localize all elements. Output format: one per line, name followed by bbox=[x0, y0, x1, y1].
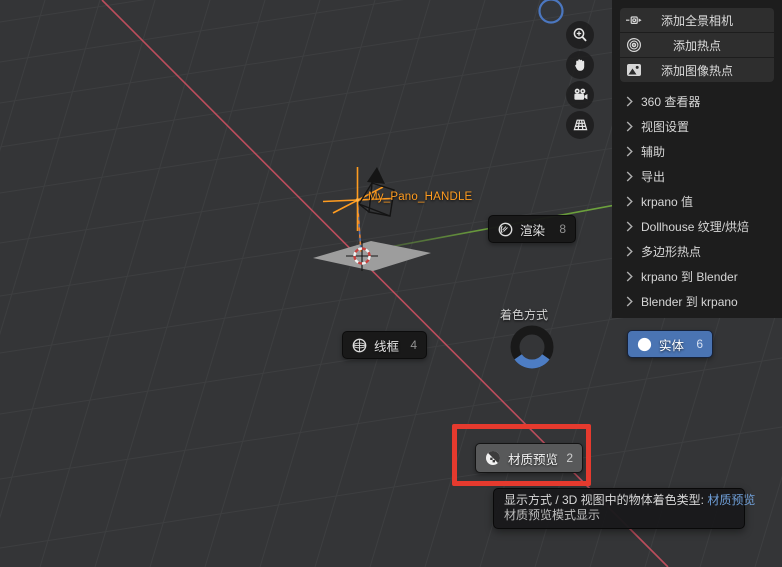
section-dollhouse-bake[interactable]: Dollhouse 纹理/烘焙 bbox=[612, 214, 782, 239]
chevron-right-icon bbox=[626, 271, 633, 282]
section-polygon-hotspot[interactable]: 多边形热点 bbox=[612, 239, 782, 264]
toggle-perspective-grid-icon bbox=[573, 119, 587, 131]
camera-view-icon bbox=[573, 88, 587, 100]
section-label: 视图设置 bbox=[641, 120, 690, 134]
zoom-button[interactable] bbox=[566, 21, 594, 49]
chevron-right-icon bbox=[626, 221, 633, 232]
image-hotspot-icon bbox=[625, 61, 643, 79]
chevron-right-icon bbox=[626, 146, 633, 157]
chevron-right-icon bbox=[626, 246, 633, 257]
chevron-right-icon bbox=[626, 171, 633, 182]
button-label: 添加全景相机 bbox=[660, 13, 733, 28]
pie-item-hotkey: 6 bbox=[696, 337, 703, 351]
chevron-right-icon bbox=[626, 196, 633, 207]
section-assist[interactable]: 辅助 bbox=[612, 139, 782, 164]
pan-hand-icon bbox=[575, 59, 585, 71]
section-label: Blender 到 krpano bbox=[641, 295, 738, 309]
section-blender-to-krpano[interactable]: Blender 到 krpano bbox=[612, 289, 782, 314]
section-krpano-to-blender[interactable]: krpano 到 Blender bbox=[612, 264, 782, 289]
hotspot-rings-icon bbox=[625, 36, 643, 54]
chevron-right-icon bbox=[626, 121, 633, 132]
blender-3d-viewport: My_Pano_HANDLE 着色方式 渲染 8 线框 4 实体 6 材质预览 … bbox=[0, 0, 782, 567]
camera-view-button[interactable] bbox=[566, 81, 594, 109]
wireframe-sphere-icon bbox=[352, 338, 367, 352]
add-pano-camera-button[interactable]: 添加全景相机 bbox=[620, 8, 774, 32]
section-view-settings[interactable]: 视图设置 bbox=[612, 114, 782, 139]
camera-up-triangle bbox=[367, 167, 385, 184]
orbit-gizmo-circle[interactable] bbox=[538, 0, 564, 24]
tooltip-line1: 显示方式 / 3D 视图中的物体着色类型: 材质预览 bbox=[504, 493, 756, 507]
sidebar-sections: 360 查看器 视图设置 辅助 导出 krpano 值 Dollhouse 纹理… bbox=[612, 89, 782, 314]
section-export[interactable]: 导出 bbox=[612, 164, 782, 189]
tooltip-value: 材质预览 bbox=[707, 493, 756, 507]
pie-item-label: 实体 bbox=[659, 338, 685, 353]
section-label: 360 查看器 bbox=[641, 95, 701, 109]
section-label: 辅助 bbox=[641, 145, 666, 159]
add-image-hotspot-button[interactable]: 添加图像热点 bbox=[620, 58, 774, 82]
annotation-highlight-rectangle bbox=[452, 424, 591, 486]
section-label: 导出 bbox=[641, 170, 666, 184]
section-360-viewer[interactable]: 360 查看器 bbox=[612, 89, 782, 114]
pie-item-solid[interactable]: 实体 6 bbox=[627, 330, 713, 358]
tooltip: 显示方式 / 3D 视图中的物体着色类型: 材质预览 材质预览模式显示 bbox=[493, 488, 756, 529]
solid-sphere-icon bbox=[637, 337, 652, 351]
pie-menu-direction-ring bbox=[510, 325, 554, 369]
chevron-right-icon bbox=[626, 96, 633, 107]
section-label: Dollhouse 纹理/烘焙 bbox=[641, 220, 750, 234]
button-label: 添加图像热点 bbox=[660, 63, 733, 78]
rendered-sphere-icon bbox=[498, 222, 513, 236]
tooltip-line2: 材质预览模式显示 bbox=[504, 508, 601, 522]
pie-item-hotkey: 4 bbox=[410, 338, 417, 352]
pie-item-wireframe[interactable]: 线框 4 bbox=[342, 331, 427, 359]
pie-item-label: 线框 bbox=[374, 339, 400, 354]
pano-camera-icon bbox=[625, 11, 643, 29]
pie-item-label: 渲染 bbox=[520, 223, 546, 238]
chevron-right-icon bbox=[626, 296, 633, 307]
pan-button[interactable] bbox=[566, 51, 594, 79]
sidebar-action-buttons: 添加全景相机 添加热点 添加图像热点 bbox=[620, 8, 774, 82]
pie-item-hotkey: 8 bbox=[559, 222, 566, 236]
sidebar-panel: 添加全景相机 添加热点 添加图像热点 360 查看器 视图设置 辅助 导出 kr… bbox=[612, 0, 782, 318]
section-label: krpano 到 Blender bbox=[641, 270, 738, 284]
section-label: krpano 值 bbox=[641, 195, 694, 209]
section-krpano-values[interactable]: krpano 值 bbox=[612, 189, 782, 214]
zoom-in-icon bbox=[573, 28, 587, 42]
section-label: 多边形热点 bbox=[641, 245, 702, 259]
object-name-label: My_Pano_HANDLE bbox=[368, 191, 473, 203]
perspective-toggle-button[interactable] bbox=[566, 111, 594, 139]
add-hotspot-button[interactable]: 添加热点 bbox=[620, 33, 774, 57]
button-label: 添加热点 bbox=[672, 38, 721, 53]
pie-item-rendered[interactable]: 渲染 8 bbox=[488, 215, 576, 243]
